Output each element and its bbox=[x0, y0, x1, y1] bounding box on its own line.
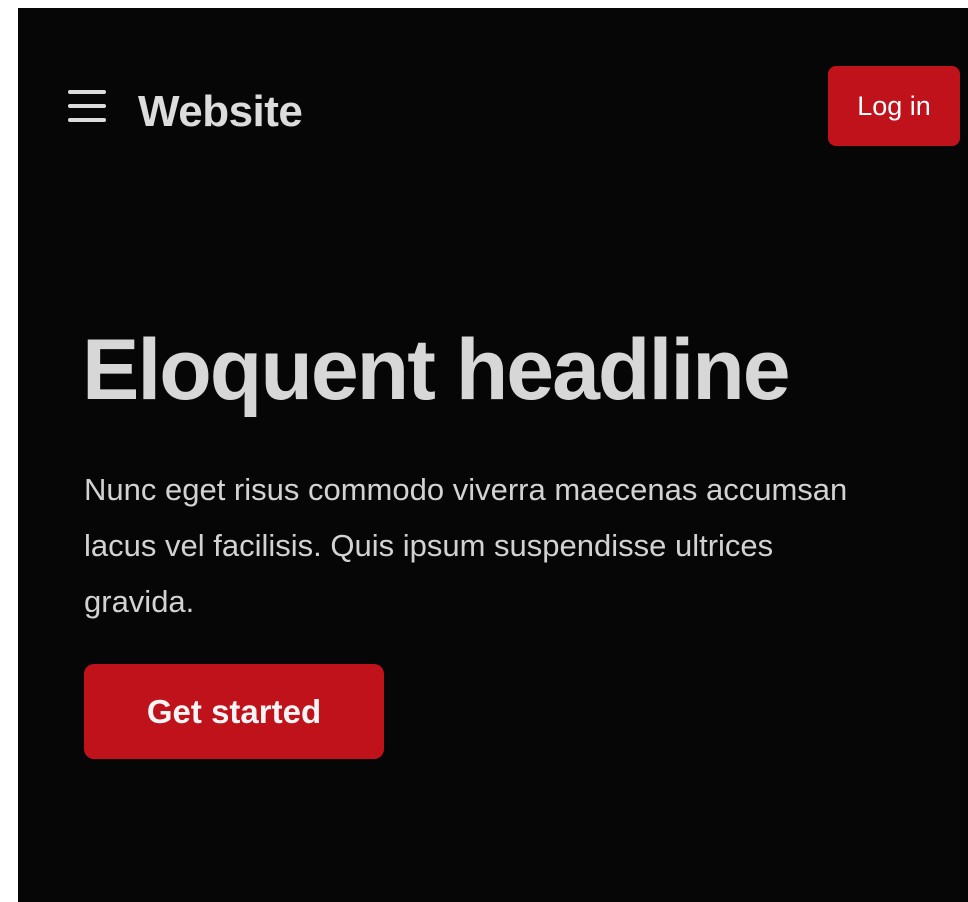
hero-description: Nunc eget risus commodo viverra maecenas… bbox=[84, 472, 848, 619]
menu-bar-top bbox=[68, 90, 106, 94]
hero-headline: Eloquent headline bbox=[82, 322, 791, 418]
app-screen: Website Log in Eloquent headline Nunc eg… bbox=[18, 8, 968, 902]
get-started-button[interactable]: Get started bbox=[84, 664, 384, 759]
hamburger-menu-icon[interactable] bbox=[68, 90, 106, 126]
login-button[interactable]: Log in bbox=[828, 66, 960, 146]
menu-bar-bottom bbox=[68, 118, 106, 122]
site-title[interactable]: Website bbox=[138, 86, 303, 138]
menu-bar-middle bbox=[68, 104, 106, 108]
